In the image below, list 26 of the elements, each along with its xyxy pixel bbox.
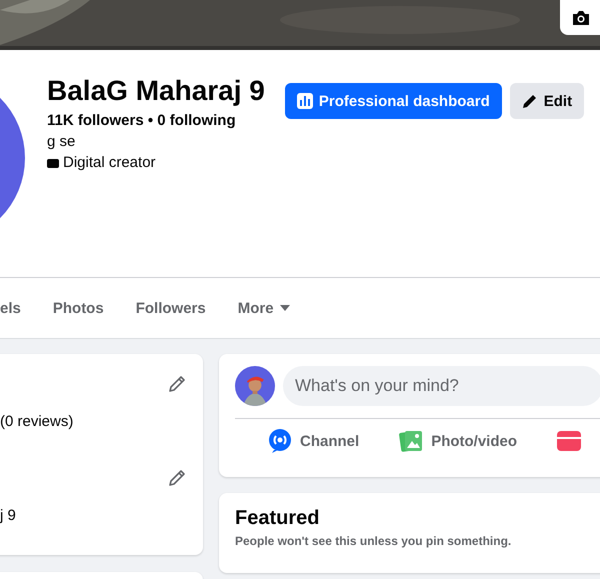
- profile-tab[interactable]: More: [238, 300, 290, 316]
- post-input[interactable]: What's on your mind?: [283, 366, 600, 406]
- reviews-text: (0 reviews): [0, 413, 74, 430]
- camera-icon: [572, 10, 590, 26]
- photo-button[interactable]: Photo/video: [399, 429, 518, 453]
- briefcase-icon: [47, 158, 59, 168]
- profile-tab[interactable]: Photos: [52, 300, 104, 316]
- caret-icon: [280, 305, 290, 311]
- featured-subtitle: People won't see this unless you pin something.: [235, 534, 512, 548]
- bio-text: g se: [47, 133, 76, 150]
- dashboard-button[interactable]: Professional dashboard: [284, 83, 502, 119]
- category-text: Digital creator: [63, 154, 156, 171]
- profile-tab[interactable]: els: [0, 300, 21, 316]
- bar-chart-icon: [296, 93, 313, 109]
- edit-icon[interactable]: [167, 468, 187, 488]
- photo-icon: [399, 429, 424, 453]
- featured-title: Featured: [235, 507, 320, 530]
- edit-button[interactable]: Edit: [510, 83, 584, 119]
- name-text: j 9: [0, 507, 17, 524]
- profile-tab[interactable]: Followers: [136, 300, 206, 316]
- edit-icon[interactable]: [167, 374, 187, 394]
- follower-stats: 11K followers • 0 following: [47, 112, 237, 129]
- broadcast-icon: [268, 429, 292, 453]
- pencil-icon: [522, 93, 538, 109]
- channel-button[interactable]: Channel: [268, 429, 360, 453]
- profile-name: BalaG Maharaj 9: [47, 74, 265, 108]
